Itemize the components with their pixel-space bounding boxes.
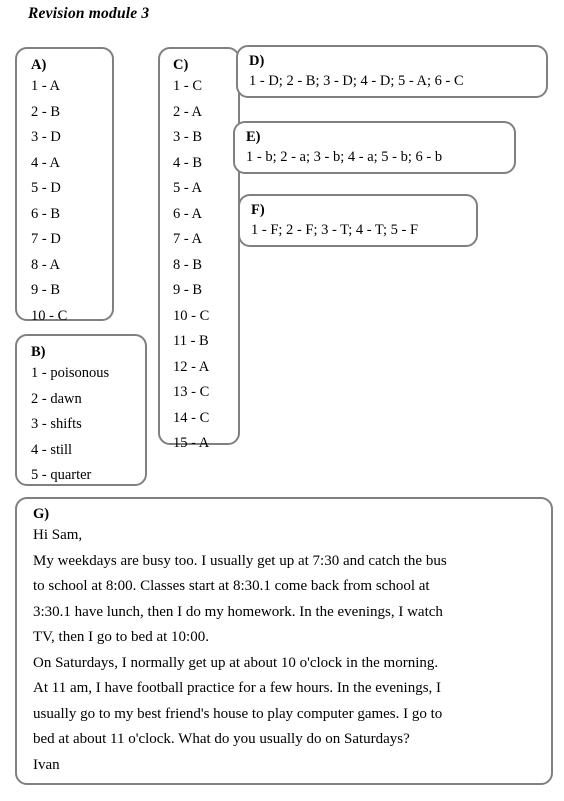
letter-line: bed at about 11 o'clock. What do you usu… (33, 731, 410, 747)
answer-line: 5 - D (31, 180, 61, 196)
answer-line: 5 - A (173, 180, 202, 196)
answer-line: 4 - still (31, 441, 73, 458)
answer-line: 1 - F; 2 - F; 3 - T; 4 - T; 5 - F (251, 222, 419, 238)
answer-line: 7 - A (173, 231, 202, 247)
answer-line: 3 - D (31, 129, 61, 145)
answer-line: 12 - A (173, 358, 210, 375)
answer-line: 9 - B (173, 282, 202, 298)
letter-line: Hi Sam, (33, 527, 83, 543)
section-label-e: E) (246, 129, 261, 145)
answer-line: 6 - B (31, 205, 60, 222)
answer-line: 6 - A (173, 205, 202, 222)
answer-line: 8 - A (31, 256, 60, 273)
answer-line: 2 - B (31, 103, 60, 120)
answer-box-a: A) 1 - A 2 - B 3 - D 4 - A 5 - D 6 - B 7… (15, 47, 114, 324)
answer-box-b: B) 1 - poisonous 2 - dawn 3 - shifts 4 -… (15, 334, 147, 486)
answer-line: 8 - B (173, 256, 202, 273)
answer-box-g: G) Hi Sam, My weekdays are busy too. I u… (15, 497, 553, 785)
section-label-d: D) (249, 53, 265, 69)
answer-line: 4 - B (173, 154, 202, 171)
letter-line: At 11 am, I have football practice for a… (33, 680, 442, 696)
answer-line: 1 - b; 2 - a; 3 - b; 4 - a; 5 - b; 6 - b (246, 149, 443, 165)
answer-line: 2 - dawn (31, 390, 82, 407)
letter-signature: Ivan (33, 756, 60, 773)
letter-line: to school at 8:00. Classes start at 8:30… (33, 578, 430, 594)
answer-box-d: D) 1 - D; 2 - B; 3 - D; 4 - D; 5 - A; 6 … (236, 45, 548, 98)
answer-line: 7 - D (31, 231, 61, 247)
answer-box-c: C) 1 - C 2 - A 3 - B 4 - B 5 - A 6 - A 7… (158, 47, 240, 451)
page-title: Revision module 3 (28, 5, 150, 22)
answer-line: 5 - quarter (31, 467, 92, 483)
letter-line: 3:30.1 have lunch, then I do my homework… (33, 603, 443, 620)
section-label-f: F) (251, 202, 265, 218)
section-label-c: C) (173, 57, 189, 73)
answer-line: 1 - D; 2 - B; 3 - D; 4 - D; 5 - A; 6 - C (249, 73, 464, 89)
answer-box-e: E) 1 - b; 2 - a; 3 - b; 4 - a; 5 - b; 6 … (233, 121, 516, 174)
letter-line: TV, then I go to bed at 10:00. (33, 629, 209, 645)
section-label-g: G) (33, 506, 50, 522)
letter-line: usually go to my best friend's house to … (33, 705, 443, 722)
answer-box-f: F) 1 - F; 2 - F; 3 - T; 4 - T; 5 - F (238, 194, 478, 247)
letter-line: On Saturdays, I normally get up at about… (33, 654, 439, 671)
answer-line: 11 - B (173, 333, 209, 349)
answer-line: 4 - A (31, 154, 60, 171)
answer-key-page: Revision module 3 A) 1 - A 2 - B 3 - D 4… (0, 0, 564, 801)
answer-line: 13 - C (173, 384, 210, 400)
letter-line: My weekdays are busy too. I usually get … (33, 552, 447, 569)
answer-line: 2 - A (173, 103, 202, 120)
answer-line: 3 - shifts (31, 416, 82, 432)
answer-line: 9 - B (31, 282, 60, 298)
answer-line: 3 - B (173, 129, 202, 145)
section-label-a: A) (31, 57, 47, 73)
section-label-b: B) (31, 344, 46, 360)
answer-line: 1 - poisonous (31, 365, 110, 381)
answer-line: 15 - A (173, 435, 210, 451)
answer-line: 1 - C (173, 78, 202, 94)
answer-line: 10 - C (173, 307, 210, 324)
answer-line: 10 - C (31, 307, 68, 324)
answer-line: 14 - C (173, 409, 210, 426)
answer-line: 1 - A (31, 78, 60, 94)
